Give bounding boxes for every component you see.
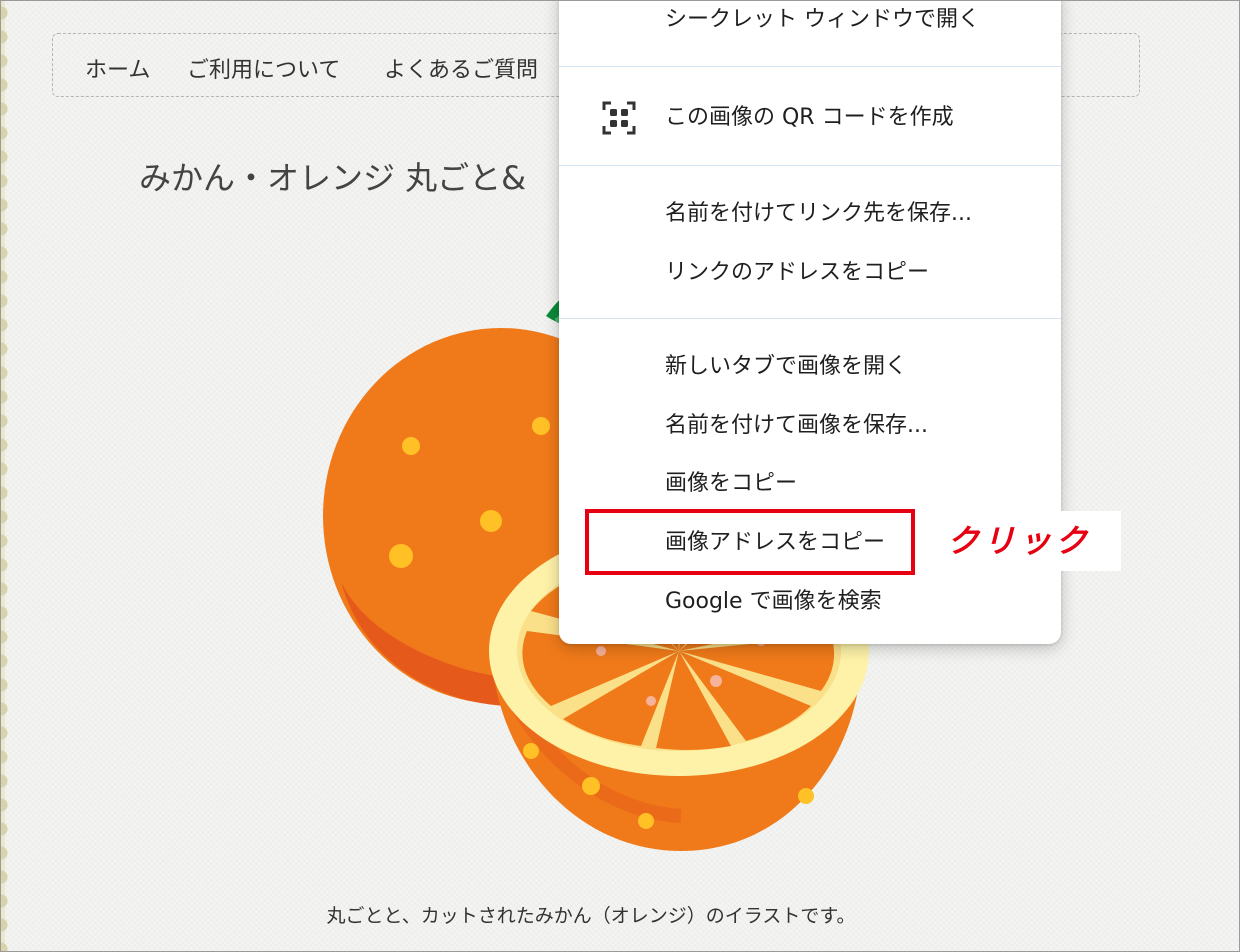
menu-item-save-image-as[interactable]: 名前を付けて画像を保存...	[559, 401, 1061, 451]
menu-item-copy-link-address[interactable]: リンクのアドレスをコピー	[559, 248, 1061, 298]
menu-item-copy-image[interactable]: 画像をコピー	[559, 459, 1061, 509]
menu-separator	[559, 318, 1061, 319]
lace-border-decoration	[1, 1, 15, 951]
menu-item-create-qr-code[interactable]: この画像の QR コードを作成	[559, 93, 1061, 143]
menu-separator	[559, 165, 1061, 166]
menu-separator	[559, 66, 1061, 67]
menu-item-open-image-new-tab[interactable]: 新しいタブで画像を開く	[559, 342, 1061, 392]
menu-item-save-link-as[interactable]: 名前を付けてリンク先を保存...	[559, 189, 1061, 239]
menu-item-open-incognito[interactable]: シークレット ウィンドウで開く	[559, 1, 1061, 45]
click-annotation: クリック	[933, 511, 1121, 571]
browser-viewport: ホーム ご利用について よくあるご質問 みかん・オレンジ 丸ごと& 丸ごとと、カ…	[0, 0, 1240, 952]
qr-code-icon	[602, 101, 636, 135]
page-title: みかん・オレンジ 丸ごと&	[139, 159, 527, 197]
nav-home-link[interactable]: ホーム	[85, 52, 150, 84]
nav-faq-link[interactable]: よくあるご質問	[384, 52, 538, 84]
highlight-box	[585, 509, 915, 575]
image-caption: 丸ごとと、カットされたみかん（オレンジ）のイラストです。	[326, 905, 856, 927]
menu-item-label: この画像の QR コードを作成	[665, 105, 954, 130]
menu-item-search-image-google[interactable]: Google で画像を検索	[559, 577, 1061, 627]
nav-usage-link[interactable]: ご利用について	[187, 52, 340, 84]
